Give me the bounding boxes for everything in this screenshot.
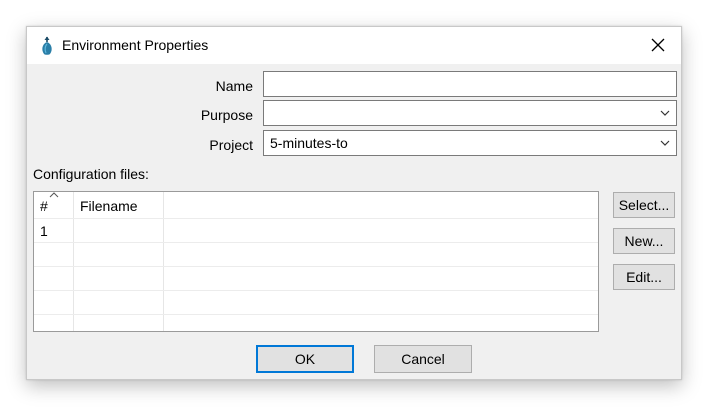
window-title: Environment Properties xyxy=(62,37,209,53)
close-icon xyxy=(651,38,665,52)
environment-properties-dialog: Environment Properties Name Purpose Proj… xyxy=(26,26,682,380)
row-divider xyxy=(34,242,598,243)
row-divider xyxy=(34,290,598,291)
title-bar: Environment Properties xyxy=(27,27,681,64)
row-index: 1 xyxy=(40,223,48,239)
configuration-files-label: Configuration files: xyxy=(33,166,149,182)
column-divider xyxy=(73,192,74,331)
project-label: Project xyxy=(209,137,253,153)
chevron-down-icon xyxy=(660,140,670,146)
sort-ascending-icon[interactable] xyxy=(49,192,59,198)
cancel-button[interactable]: Cancel xyxy=(374,345,472,373)
new-button[interactable]: New... xyxy=(613,228,675,254)
project-select[interactable]: 5-minutes-to xyxy=(263,130,677,156)
purpose-select[interactable] xyxy=(263,100,677,126)
select-button[interactable]: Select... xyxy=(613,192,675,218)
column-header-filename[interactable]: Filename xyxy=(80,198,138,214)
edit-button[interactable]: Edit... xyxy=(613,264,675,290)
ok-button[interactable]: OK xyxy=(256,345,354,373)
app-logo-icon xyxy=(42,36,52,55)
name-label: Name xyxy=(215,78,253,94)
purpose-label: Purpose xyxy=(200,107,253,123)
column-header-index[interactable]: # xyxy=(40,198,48,214)
row-divider xyxy=(34,314,598,315)
column-divider xyxy=(163,192,164,331)
name-input[interactable] xyxy=(263,71,677,97)
chevron-down-icon xyxy=(660,110,670,116)
configuration-files-table[interactable]: # Filename 1 xyxy=(33,191,599,332)
close-button[interactable] xyxy=(643,31,673,59)
header-divider xyxy=(34,218,598,219)
row-divider xyxy=(34,266,598,267)
project-select-value: 5-minutes-to xyxy=(270,135,348,151)
